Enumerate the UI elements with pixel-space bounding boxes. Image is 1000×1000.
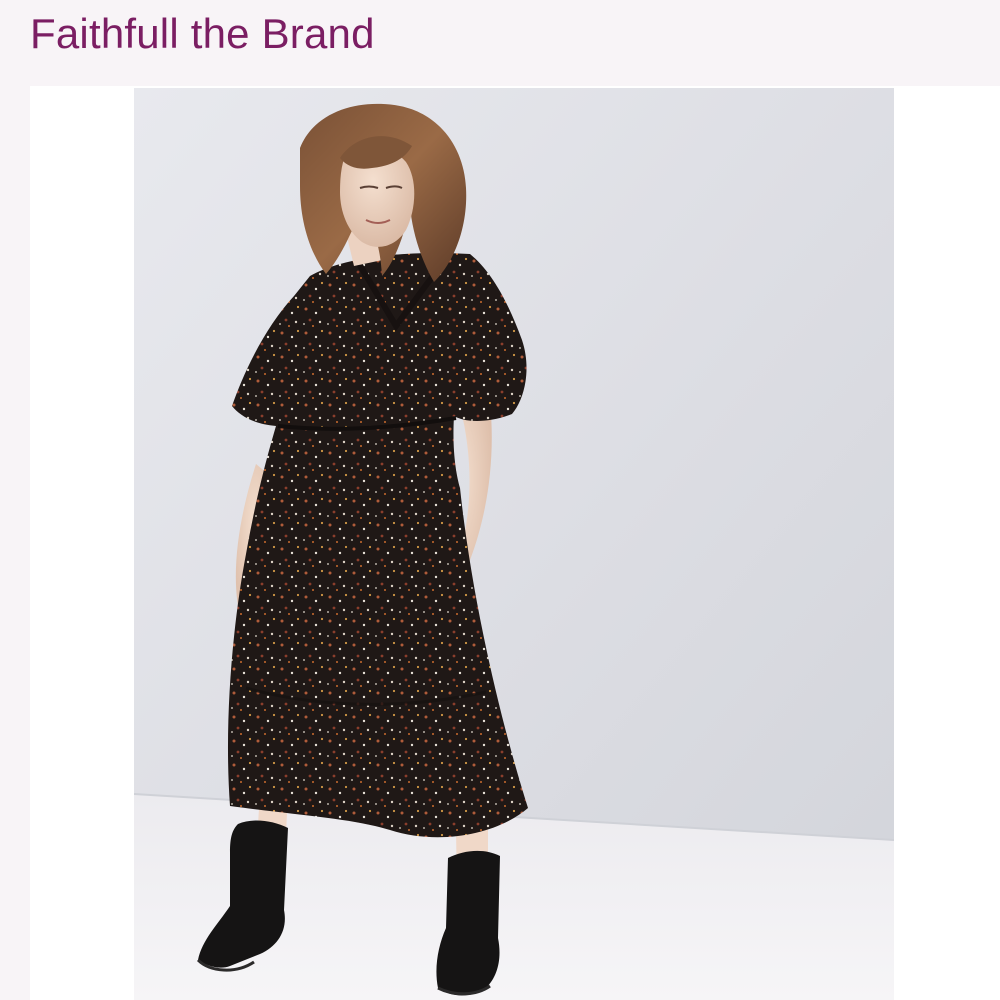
brand-title[interactable]: Faithfull the Brand	[30, 8, 375, 60]
product-photo-icon	[134, 88, 894, 1000]
brand-header: Faithfull the Brand	[0, 0, 1000, 86]
product-image-frame	[30, 86, 1000, 1000]
listing-page: Faithfull the Brand	[0, 0, 1000, 1000]
product-photo[interactable]	[134, 88, 894, 1000]
